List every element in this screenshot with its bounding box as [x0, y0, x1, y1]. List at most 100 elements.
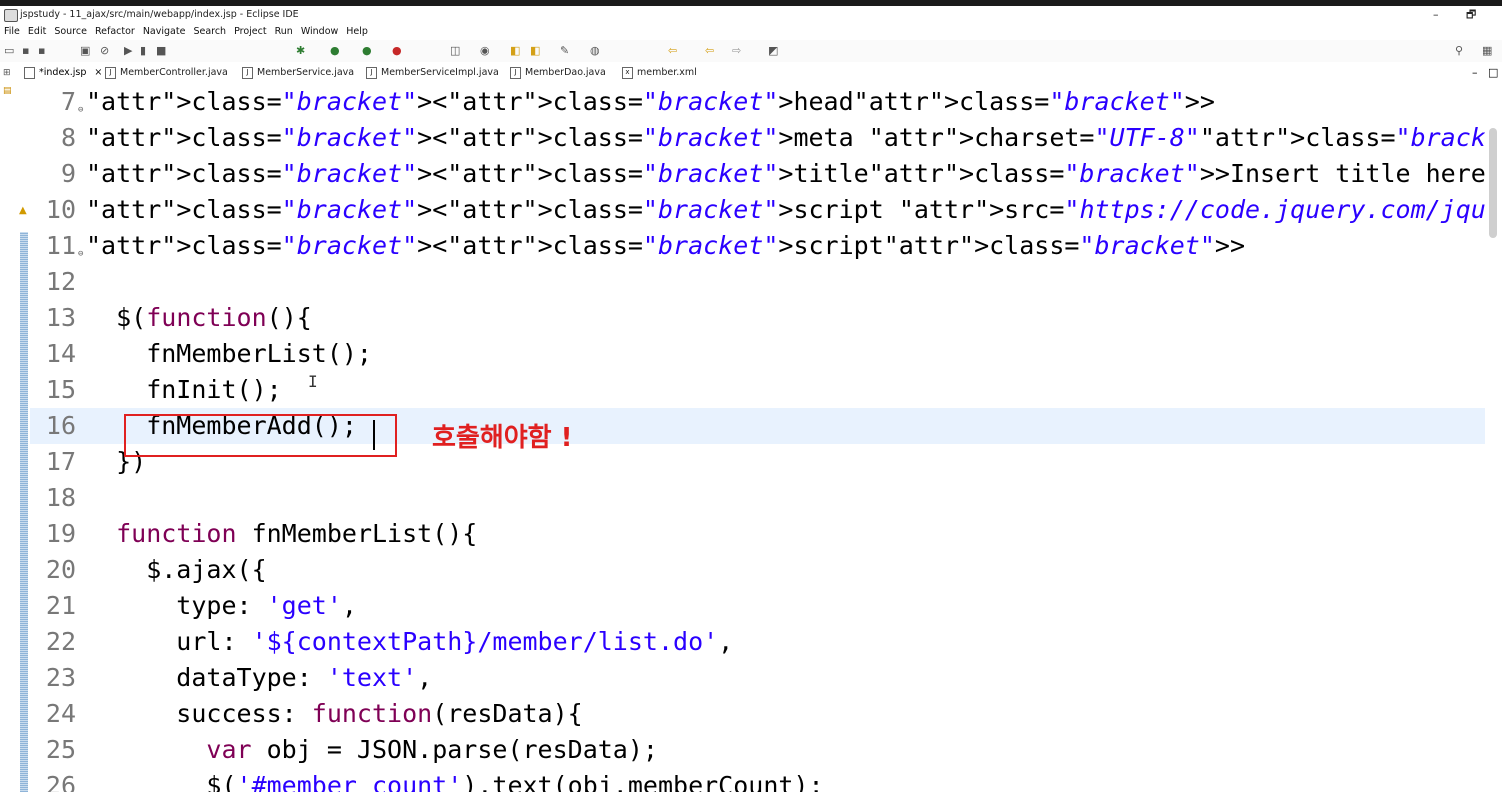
menu-window[interactable]: Window — [297, 24, 342, 40]
open-folder-icon[interactable]: ◧ — [530, 44, 540, 58]
tab-member-controller[interactable]: J MemberController.java — [105, 64, 228, 82]
line-number: 11 — [45, 231, 76, 260]
code-text: "attr">class="bracket"><"attr">class="br… — [86, 159, 1485, 188]
terminate-icon[interactable]: ■ — [156, 44, 166, 58]
suspend-icon[interactable]: ▮ — [140, 44, 146, 58]
line-number: 26 — [45, 771, 76, 792]
code-line: 23 dataType: 'text', — [30, 660, 1485, 696]
menu-file[interactable]: File — [0, 24, 24, 40]
code-text: $(function(){ — [86, 303, 312, 332]
line-number: 14 — [45, 339, 76, 368]
menu-project[interactable]: Project — [230, 24, 271, 40]
java-file-icon: J — [510, 66, 521, 79]
warning-icon[interactable]: ▲ — [19, 205, 27, 216]
line-number: 16 — [45, 411, 76, 440]
highlight-box — [124, 414, 397, 457]
tab-member-xml[interactable]: x member.xml — [622, 64, 697, 82]
minimize-editor-icon[interactable]: – — [1472, 64, 1478, 82]
tab-label: MemberService.java — [257, 67, 355, 78]
line-number: 15 — [45, 375, 76, 404]
code-text: var obj = JSON.parse(resData); — [206, 735, 658, 764]
line-number: 23 — [45, 663, 76, 692]
left-trim: ⊞ ▤ — [0, 62, 18, 792]
code-line: 13 $(function(){ — [30, 300, 1485, 336]
code-text: success: function(resData){ — [86, 699, 583, 728]
menu-navigate[interactable]: Navigate — [139, 24, 190, 40]
tab-label: MemberDao.java — [525, 67, 606, 78]
code-line: 12 — [30, 264, 1485, 300]
code-line: 10 "attr">class="bracket"><"attr">class="… — [30, 192, 1485, 228]
globe-icon[interactable]: ◍ — [590, 44, 600, 58]
tab-label: member.xml — [637, 67, 697, 78]
tab-member-dao[interactable]: J MemberDao.java — [510, 64, 606, 82]
close-icon[interactable]: × — [94, 67, 102, 78]
coverage-icon[interactable]: ● — [362, 44, 372, 58]
code-text: type: 'get', — [86, 591, 357, 620]
save-icon[interactable]: ▪ — [22, 44, 29, 58]
change-ruler — [20, 232, 28, 792]
pin-editor-icon[interactable]: ◩ — [768, 44, 778, 58]
code-text: dataType: 'text', — [86, 663, 433, 692]
external-tools-icon[interactable]: ● — [392, 44, 402, 58]
terminal-icon[interactable]: ▣ — [80, 44, 90, 58]
tab-member-service[interactable]: J MemberService.java — [242, 64, 354, 82]
restore-view-icon[interactable]: ▤ — [3, 86, 12, 96]
perspective-icon[interactable]: ▦ — [1482, 44, 1492, 58]
menu-help[interactable]: Help — [342, 24, 372, 40]
back-dropdown-icon[interactable]: ⇦ — [705, 44, 714, 58]
minimize-button[interactable]: – — [1433, 6, 1439, 24]
line-number: 8 — [60, 123, 76, 152]
java-file-icon: J — [242, 66, 253, 79]
code-text: "attr">class="bracket"><"attr">class="br… — [86, 195, 1485, 224]
line-number: 22 — [45, 627, 76, 656]
menu-bar: File Edit Source Refactor Navigate Search Proj… — [0, 24, 1502, 40]
main-toolbar: ▭ ▪ ▪ ▣ ⊘ ▶ ▮ ■ ✱ ● ● ● ◫ ◉ ◧ ◧ ✎ ◍ ⇦ ⇦ … — [0, 40, 1502, 62]
skip-breakpoints-icon[interactable]: ⊘ — [100, 44, 109, 58]
menu-edit[interactable]: Edit — [24, 24, 50, 40]
menu-run[interactable]: Run — [271, 24, 297, 40]
code-line: 20 $.ajax({ — [30, 552, 1485, 588]
back-icon[interactable]: ⇦ — [668, 44, 677, 58]
code-line: 9 "attr">class="bracket"><"attr">class="b… — [30, 156, 1485, 192]
restore-button[interactable]: 🗗 — [1466, 6, 1476, 24]
code-line: 25 var obj = JSON.parse(resData); — [30, 732, 1485, 768]
code-line: 18 — [30, 480, 1485, 516]
java-file-icon: J — [105, 66, 116, 79]
menu-source[interactable]: Source — [50, 24, 91, 40]
scrollbar-thumb[interactable] — [1489, 128, 1497, 238]
code-line: 19 function fnMemberList(){ — [30, 516, 1485, 552]
line-number: 25 — [45, 735, 76, 764]
debug-icon[interactable]: ✱ — [296, 44, 305, 58]
code-text: "attr">class="bracket"><"attr">class="br… — [86, 123, 1485, 152]
line-number: 13 — [45, 303, 76, 332]
line-number: 18 — [45, 483, 76, 512]
java-file-icon: J — [366, 66, 377, 79]
code-text: $('#member_count').text(obj.memberCount)… — [86, 771, 824, 792]
package-explorer-icon[interactable]: ⊞ — [3, 68, 11, 78]
tab-member-service-impl[interactable]: J MemberServiceImpl.java — [366, 64, 499, 82]
save-all-icon[interactable]: ▪ — [38, 44, 45, 58]
code-text: fnInit(); — [86, 375, 282, 404]
search-toolbar-icon[interactable]: ✎ — [560, 44, 569, 58]
maximize-editor-icon[interactable]: □ — [1488, 64, 1498, 82]
code-line: 8 "attr">class="bracket"><"attr">class="b… — [30, 120, 1485, 156]
new-java-project-icon[interactable]: ◫ — [450, 44, 460, 58]
open-type-icon[interactable]: ◧ — [510, 44, 520, 58]
code-line: 21 type: 'get', — [30, 588, 1485, 624]
resume-icon[interactable]: ▶ — [124, 44, 132, 58]
line-number: 9 — [60, 159, 76, 188]
code-text: "attr">class="bracket"><"attr">class="br… — [86, 231, 1245, 260]
forward-icon[interactable]: ⇨ — [732, 44, 741, 58]
line-number: 21 — [45, 591, 76, 620]
code-text: url: '${contextPath}/member/list.do', — [86, 627, 734, 656]
line-number: 7 — [60, 87, 76, 116]
window-title: jspstudy - 11_ajax/src/main/webapp/index… — [20, 9, 299, 20]
tab-index-jsp[interactable]: *index.jsp × — [24, 64, 102, 82]
new-class-icon[interactable]: ◉ — [480, 44, 490, 58]
code-text: function fnMemberList(){ — [116, 519, 478, 548]
new-icon[interactable]: ▭ — [4, 44, 14, 58]
menu-search[interactable]: Search — [189, 24, 230, 40]
run-icon[interactable]: ● — [330, 44, 340, 58]
menu-refactor[interactable]: Refactor — [91, 24, 139, 40]
search-icon[interactable]: ⚲ — [1455, 44, 1463, 58]
